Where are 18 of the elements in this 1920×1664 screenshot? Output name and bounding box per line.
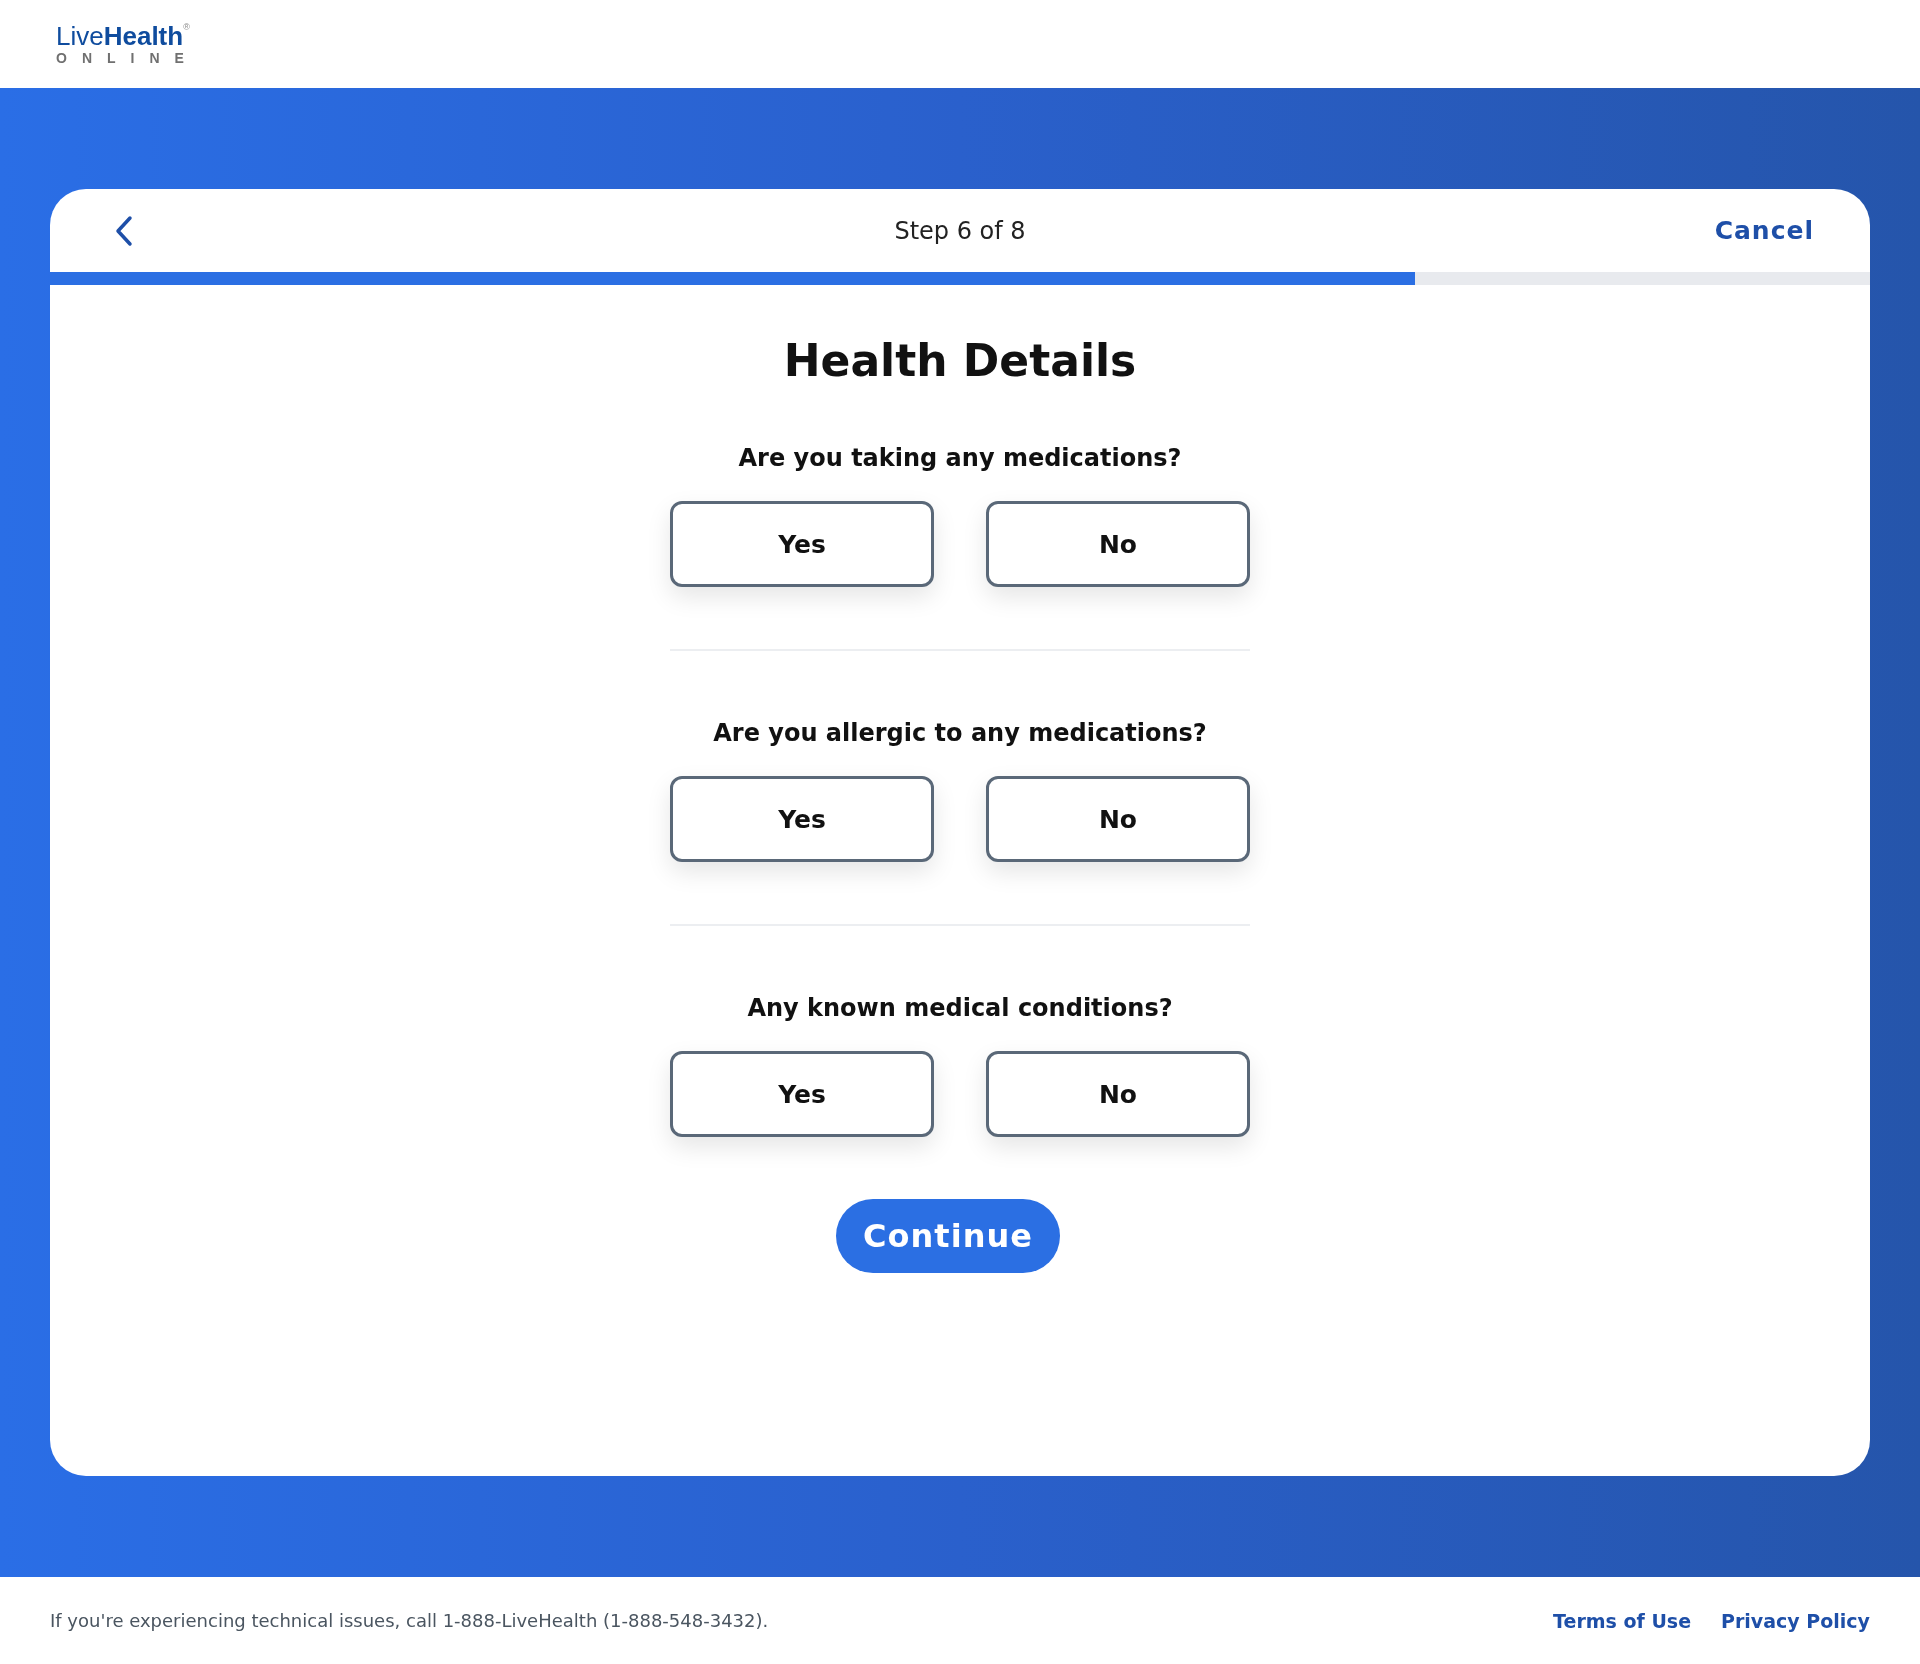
footer-link[interactable]: Privacy Policy: [1721, 1609, 1870, 1632]
answer-button[interactable]: No: [986, 776, 1250, 862]
logo: LiveHealth® ONLINE: [56, 23, 199, 65]
answer-button[interactable]: Yes: [670, 501, 934, 587]
answer-button[interactable]: Yes: [670, 1051, 934, 1137]
cancel-button[interactable]: Cancel: [1708, 215, 1820, 246]
question-text: Any known medical conditions?: [747, 994, 1173, 1022]
continue-button[interactable]: Continue: [836, 1199, 1060, 1273]
chevron-left-icon: [114, 214, 134, 247]
answer-button[interactable]: No: [986, 1051, 1250, 1137]
answer-button[interactable]: No: [986, 501, 1250, 587]
page-title: Health Details: [783, 335, 1137, 386]
question-text: Are you taking any medications?: [738, 444, 1182, 472]
answer-button[interactable]: Yes: [670, 776, 934, 862]
question-text: Are you allergic to any medications?: [713, 719, 1207, 747]
footer-link[interactable]: Terms of Use: [1553, 1609, 1692, 1632]
support-note: If you're experiencing technical issues, call 1-888-LiveHealth (1-888-548-3432).: [50, 1610, 769, 1631]
step-indicator: Step 6 of 8: [894, 216, 1026, 245]
